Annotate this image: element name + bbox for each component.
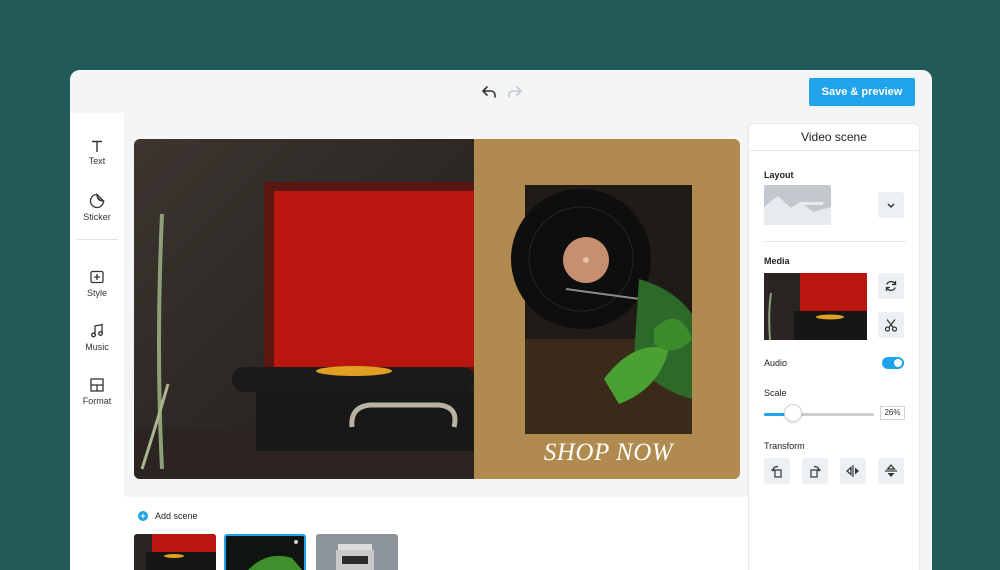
trim-media-button[interactable]	[878, 312, 904, 338]
panel-title: Video scene	[749, 124, 919, 151]
flip-horizontal-icon	[846, 465, 859, 477]
scale-label: Scale	[764, 388, 787, 398]
redo-icon[interactable]	[506, 83, 524, 101]
scene-thumbnail[interactable]	[224, 534, 306, 570]
tool-text[interactable]: Text	[70, 133, 124, 181]
format-icon	[90, 378, 104, 392]
tool-music[interactable]: Music	[70, 317, 124, 365]
music-icon	[91, 323, 103, 338]
stage-headline[interactable]: SHOP NOW	[525, 439, 692, 467]
panel-divider	[764, 241, 906, 242]
scene-preview	[134, 139, 740, 479]
scene-canvas[interactable]: SHOP NOW	[134, 139, 740, 479]
tool-format-label: Format	[82, 396, 112, 406]
media-label: Media	[764, 256, 790, 266]
plus-icon: +	[138, 511, 148, 521]
tool-style-label: Style	[86, 288, 107, 298]
tool-music-label: Music	[85, 342, 109, 352]
media-thumbnail[interactable]	[764, 273, 867, 340]
tool-sidebar: Text Sticker Style Music Format	[70, 113, 124, 570]
tools-divider	[76, 239, 118, 240]
image-placeholder-icon	[764, 196, 831, 225]
add-scene-label: Add scene	[155, 511, 198, 521]
scene-strip: + Add scene	[124, 497, 748, 570]
flip-vertical-button[interactable]	[878, 458, 904, 484]
undo-icon[interactable]	[480, 83, 498, 101]
tool-sticker[interactable]: Sticker	[70, 187, 124, 235]
top-toolbar: Save & preview	[70, 70, 932, 113]
save-preview-button[interactable]: Save & preview	[809, 78, 915, 106]
rotate-left-icon	[771, 465, 782, 478]
tool-sticker-label: Sticker	[83, 212, 111, 222]
flip-horizontal-button[interactable]	[840, 458, 866, 484]
scale-slider-track[interactable]	[764, 413, 874, 416]
chevron-down-icon	[887, 203, 895, 209]
text-icon	[92, 140, 102, 152]
transform-label: Transform	[764, 441, 805, 451]
scene-thumbnail[interactable]	[316, 534, 398, 570]
layout-label: Layout	[764, 170, 794, 180]
editor-window: Save & preview Text Sticker Style Music …	[70, 70, 932, 570]
scale-value-field[interactable]: 26%	[880, 406, 905, 420]
rotate-right-button[interactable]	[802, 458, 828, 484]
audio-toggle[interactable]	[882, 357, 904, 369]
layout-preview[interactable]	[764, 185, 831, 225]
sticker-icon	[89, 193, 105, 209]
replace-media-button[interactable]	[878, 273, 904, 299]
scene-thumbnail[interactable]	[134, 534, 216, 570]
layout-dropdown-button[interactable]	[878, 192, 904, 218]
style-icon	[90, 270, 104, 284]
rotate-right-icon	[810, 465, 821, 478]
scissors-icon	[884, 319, 898, 332]
scale-slider-handle[interactable]	[783, 404, 802, 422]
tool-style[interactable]: Style	[70, 263, 124, 311]
tool-text-label: Text	[88, 156, 106, 166]
flip-vertical-icon	[885, 464, 897, 477]
refresh-icon	[885, 280, 897, 292]
add-scene-button[interactable]: + Add scene	[138, 511, 198, 521]
video-scene-panel: Video scene Layout Media Audio Scale 26%…	[748, 123, 920, 570]
rotate-left-button[interactable]	[764, 458, 790, 484]
tool-format[interactable]: Format	[70, 371, 124, 419]
audio-label: Audio	[764, 358, 788, 368]
